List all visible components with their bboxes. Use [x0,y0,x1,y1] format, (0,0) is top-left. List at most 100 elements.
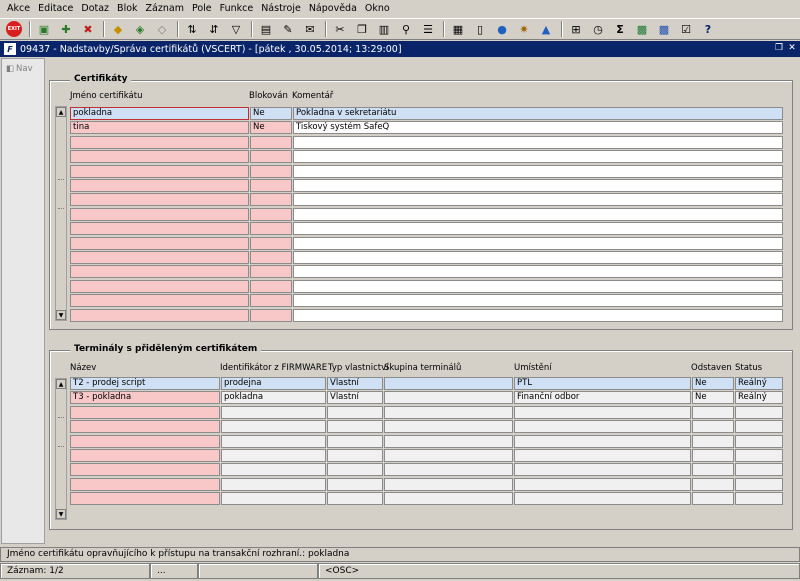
comment-field[interactable] [293,279,783,293]
blocked-field[interactable] [250,265,292,279]
terminal-name-field[interactable] [70,492,220,506]
removed-field[interactable]: Ne [692,391,734,405]
terminal-group-field[interactable] [384,463,513,477]
terminal-name-field[interactable] [70,449,220,462]
comment-field[interactable] [293,308,783,322]
menu-blok[interactable]: Blok [113,0,141,17]
status-field[interactable] [735,449,783,462]
certificate-name-field[interactable] [70,179,249,192]
terminals-scrollbar[interactable]: ▲ ▼ [55,378,67,520]
firmware-id-field[interactable] [221,449,326,462]
certificate-name-field[interactable] [70,193,249,207]
certificate-name-field[interactable] [70,222,249,236]
comment-field[interactable] [293,251,783,264]
firmware-id-field[interactable] [221,477,326,491]
firmware-id-field[interactable]: pokladna [221,391,326,405]
ownership-field[interactable] [327,434,383,448]
removed-field[interactable] [692,463,734,477]
menu-okno[interactable]: Okno [361,0,394,17]
sum-button[interactable]: Σ [610,20,630,38]
cancel-query-button[interactable]: ◇ [152,20,172,38]
sort-desc-button[interactable]: ⇵ [204,20,224,38]
comment-field[interactable]: Pokladna v sekretariátu [293,107,783,120]
blocked-field[interactable] [250,236,292,250]
certificate-name-field[interactable] [70,164,249,178]
ownership-field[interactable] [327,405,383,419]
scroll-down-icon[interactable]: ▼ [56,509,66,519]
comment-field[interactable] [293,193,783,207]
blocked-field[interactable]: Ne [250,121,292,135]
exit-button[interactable]: EXIT [4,20,24,38]
new-record-button[interactable]: ✚ [56,20,76,38]
document-button[interactable]: ▯ [470,20,490,38]
excel-button[interactable]: ▩ [632,20,652,38]
terminal-group-field[interactable] [384,434,513,448]
comment-field[interactable]: Tiskový systém SafeQ [293,121,783,135]
save-button[interactable]: ▣ [34,20,54,38]
terminal-name-field[interactable] [70,434,220,448]
certificate-name-field[interactable] [70,207,249,221]
status-field[interactable] [735,420,783,434]
scroll-grip[interactable] [58,417,64,447]
menu-napoveda[interactable]: Nápověda [305,0,361,17]
settings-button[interactable]: ✷ [514,20,534,38]
restore-icon[interactable]: ❐ [774,43,784,54]
comment-field[interactable] [293,150,783,164]
blocked-field[interactable] [250,135,292,149]
blocked-field[interactable] [250,179,292,192]
scroll-down-icon[interactable]: ▼ [56,310,66,320]
blocked-field[interactable] [250,294,292,308]
certificate-name-field[interactable] [70,279,249,293]
close-icon[interactable]: ✕ [787,43,797,54]
removed-field[interactable] [692,420,734,434]
removed-field[interactable] [692,405,734,419]
comment-field[interactable] [293,135,783,149]
blocked-field[interactable] [250,150,292,164]
certificate-name-field[interactable] [70,236,249,250]
removed-field[interactable] [692,449,734,462]
certificate-name-field[interactable]: tina [70,121,249,135]
status-field[interactable] [735,434,783,448]
ownership-field[interactable] [327,492,383,506]
firmware-id-field[interactable] [221,463,326,477]
removed-field[interactable] [692,434,734,448]
blocked-field[interactable] [250,251,292,264]
location-field[interactable]: Finanční odbor [514,391,691,405]
ownership-field[interactable] [327,477,383,491]
paste-button[interactable]: ▥ [374,20,394,38]
print-button[interactable]: ▤ [256,20,276,38]
comment-field[interactable] [293,236,783,250]
comment-field[interactable] [293,265,783,279]
sort-button[interactable]: ⇅ [182,20,202,38]
list-button[interactable]: ☰ [418,20,438,38]
certificate-name-field[interactable] [70,308,249,322]
blocked-field[interactable] [250,279,292,293]
terminal-group-field[interactable] [384,477,513,491]
certificate-name-field[interactable] [70,135,249,149]
blocked-field[interactable] [250,308,292,322]
delete-record-button[interactable]: ✖ [78,20,98,38]
location-field[interactable] [514,463,691,477]
location-field[interactable] [514,405,691,419]
location-field[interactable] [514,492,691,506]
blocked-field[interactable] [250,164,292,178]
firmware-id-field[interactable]: prodejna [221,377,326,390]
clock-button[interactable]: ◷ [588,20,608,38]
scroll-up-icon[interactable]: ▲ [56,107,66,117]
terminal-group-field[interactable] [384,377,513,390]
firmware-id-field[interactable] [221,492,326,506]
removed-field[interactable]: Ne [692,377,734,390]
terminal-name-field[interactable]: T2 - prodej script [70,377,220,390]
nav-button[interactable]: ◧ Nav [6,64,33,74]
certificate-name-field[interactable]: pokladna [70,107,249,120]
tree-button[interactable]: ⊞ [566,20,586,38]
comment-field[interactable] [293,294,783,308]
copy-button[interactable]: ❐ [352,20,372,38]
terminal-name-field[interactable]: T3 - pokladna [70,391,220,405]
certificate-name-field[interactable] [70,265,249,279]
firmware-id-field[interactable] [221,420,326,434]
certificate-name-field[interactable] [70,294,249,308]
mail-button[interactable]: ✉ [300,20,320,38]
execute-query-button[interactable]: ◈ [130,20,150,38]
certificate-name-field[interactable] [70,251,249,264]
